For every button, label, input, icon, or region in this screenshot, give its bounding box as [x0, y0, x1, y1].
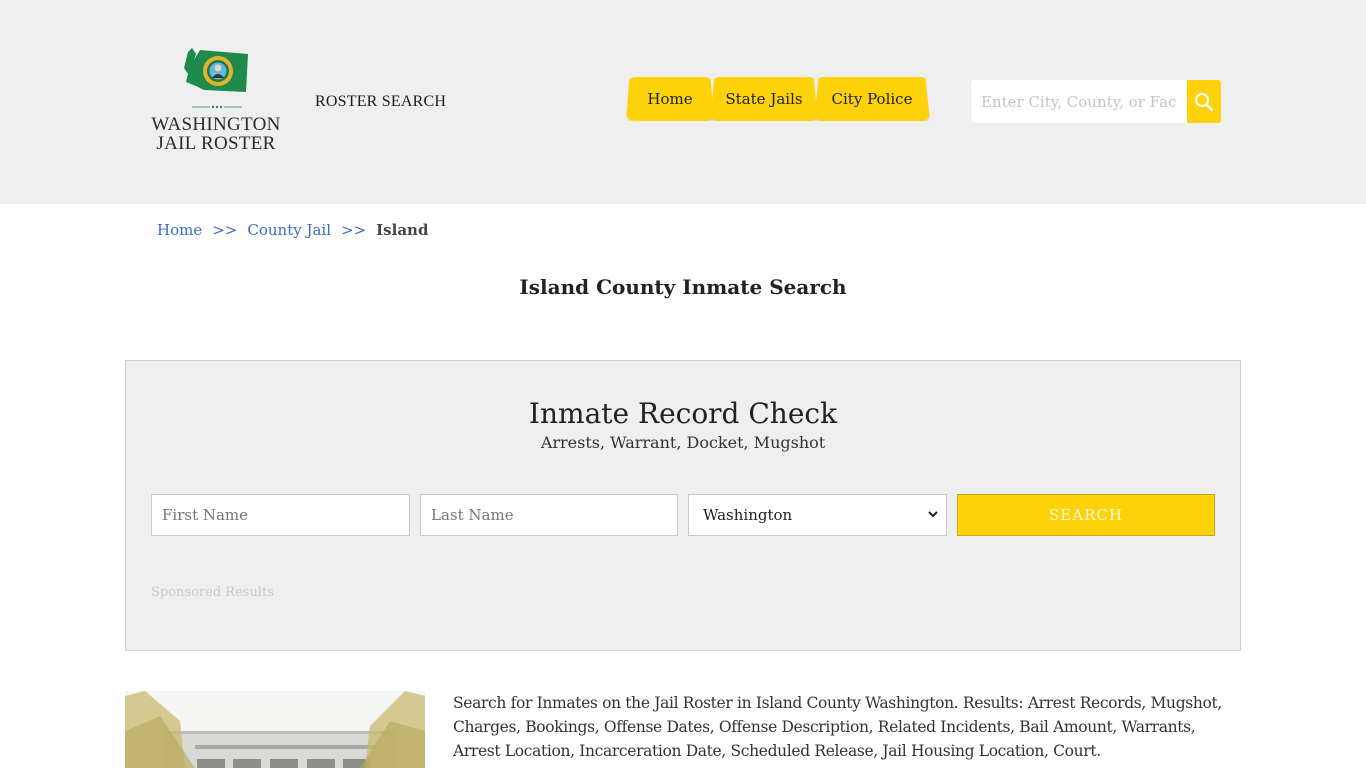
nav-tab-city-police[interactable]: City Police	[814, 77, 930, 121]
nav-tab-home[interactable]: Home	[626, 77, 714, 121]
site-logo[interactable]: WASHINGTON JAIL ROSTER	[148, 46, 288, 156]
facility-search	[971, 80, 1221, 123]
last-name-input[interactable]	[420, 494, 678, 536]
record-check-subtitle: Arrests, Warrant, Docket, Mugshot	[540, 433, 826, 452]
breadcrumb-separator: >>	[212, 221, 238, 239]
inmate-record-check-panel: Inmate Record Check Arrests, Warrant, Do…	[125, 360, 1241, 651]
breadcrumb: Home >> County Jail >> Island	[157, 221, 428, 239]
search-icon	[1195, 92, 1214, 111]
jail-building-photo	[125, 691, 425, 768]
first-name-input[interactable]	[151, 494, 410, 536]
facility-search-button[interactable]	[1187, 80, 1221, 123]
breadcrumb-county-jail[interactable]: County Jail	[247, 221, 331, 239]
breadcrumb-home[interactable]: Home	[157, 221, 202, 239]
jail-building-image	[125, 691, 425, 768]
inmate-search-button[interactable]: SEARCH	[957, 494, 1215, 536]
logo-line-1: WASHINGTON	[151, 114, 281, 135]
state-select[interactable]: Washington	[688, 494, 947, 536]
nav-tab-state-jails[interactable]: State Jails	[710, 77, 818, 121]
record-check-title: Inmate Record Check	[528, 397, 838, 430]
main-nav: Home State Jails City Police	[626, 77, 930, 121]
logo-divider-icon	[192, 105, 242, 109]
facility-search-input[interactable]	[971, 80, 1187, 123]
washington-state-seal-icon	[184, 48, 248, 92]
roster-search-link[interactable]: ROSTER SEARCH	[315, 93, 446, 111]
sponsored-results-label: Sponsored Results	[151, 585, 274, 600]
breadcrumb-current: Island	[376, 221, 429, 239]
logo-text: WASHINGTON JAIL ROSTER	[148, 115, 284, 153]
logo-line-2: JAIL ROSTER	[156, 133, 276, 154]
page-title: Island County Inmate Search	[519, 275, 847, 299]
county-description: Search for Inmates on the Jail Roster in…	[453, 694, 1222, 760]
site-header: WASHINGTON JAIL ROSTER ROSTER SEARCH Hom…	[0, 0, 1366, 204]
breadcrumb-separator: >>	[341, 221, 367, 239]
